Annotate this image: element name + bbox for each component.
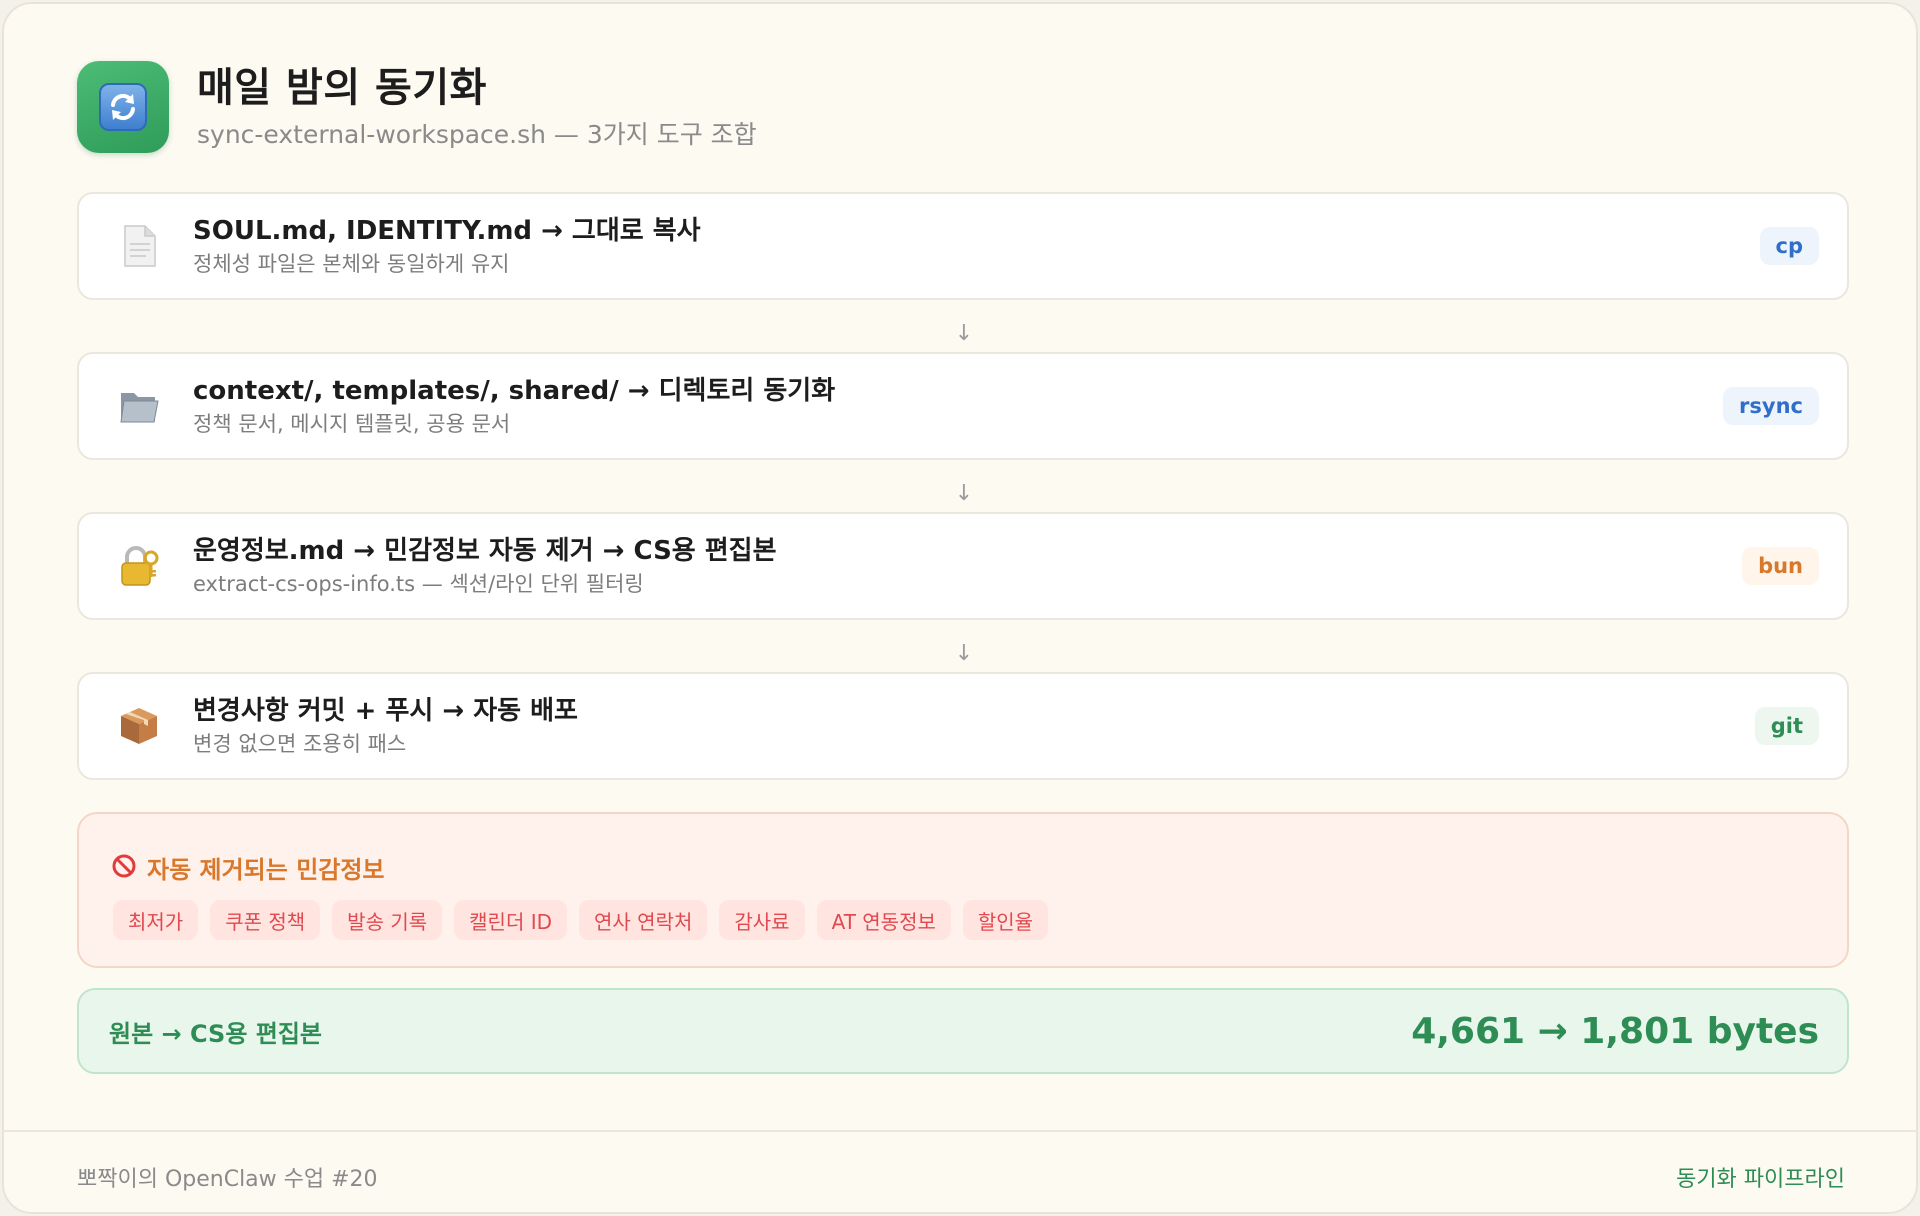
step-card-rsync: context/, templates/, shared/ → 디렉토리 동기화… — [77, 352, 1849, 460]
step-description: 변경 없으면 조용히 패스 — [193, 732, 407, 756]
sensitive-chip-list: 최저가 쿠폰 정책 발송 기록 캘린더 ID 연사 연락처 감사료 AT 연동정… — [113, 900, 1060, 940]
step-title: 변경사항 커밋 + 푸시 → 자동 배포 — [193, 696, 578, 726]
step-description: 정체성 파일은 본체와 동일하게 유지 — [193, 252, 510, 276]
flow-arrow-down: ↓ — [954, 321, 974, 346]
sensitive-chip: 발송 기록 — [332, 900, 443, 940]
lock-key-icon — [117, 544, 161, 588]
footer-course-label: 뽀짝이의 OpenClaw 수업 #20 — [77, 1167, 378, 1192]
sensitive-info-heading: 자동 제거되는 민감정보 — [147, 856, 385, 884]
page-title: 매일 밤의 동기화 — [197, 65, 487, 111]
footer-divider — [4, 1130, 1916, 1132]
sensitive-chip: 할인율 — [962, 900, 1049, 940]
step-description: extract-cs-ops-info.ts — 섹션/라인 단위 필터링 — [193, 572, 644, 596]
result-label: 원본 → CS용 편집본 — [109, 1019, 322, 1048]
tool-badge-cp: cp — [1759, 227, 1819, 265]
sensitive-chip: 캘린더 ID — [454, 900, 567, 940]
step-title: SOUL.md, IDENTITY.md → 그대로 복사 — [193, 216, 701, 246]
flow-arrow-down: ↓ — [954, 641, 974, 666]
tool-badge-bun: bun — [1742, 547, 1819, 585]
step-card-bun: 운영정보.md → 민감정보 자동 제거 → CS용 편집본 extract-c… — [77, 512, 1849, 620]
step-card-copy: SOUL.md, IDENTITY.md → 그대로 복사 정체성 파일은 본체… — [77, 192, 1849, 300]
sync-arrows-icon — [77, 61, 169, 153]
sensitive-chip: 감사료 — [719, 900, 805, 940]
sensitive-chip: 최저가 — [113, 900, 199, 940]
sensitive-chip: 쿠폰 정책 — [210, 900, 321, 940]
footer-section-label: 동기화 파이프라인 — [1676, 1167, 1845, 1192]
page-subtitle: sync-external-workspace.sh — 3가지 도구 조합 — [197, 120, 757, 149]
document-icon — [117, 224, 161, 268]
step-card-git: 변경사항 커밋 + 푸시 → 자동 배포 변경 없으면 조용히 패스 git — [77, 672, 1849, 780]
folder-icon — [117, 384, 161, 428]
sensitive-chip: AT 연동정보 — [816, 900, 951, 940]
step-title: context/, templates/, shared/ → 디렉토리 동기화 — [193, 376, 836, 406]
header: 매일 밤의 동기화 sync-external-workspace.sh — 3… — [77, 61, 757, 153]
result-bytes-value: 4,661 → 1,801 bytes — [1411, 1010, 1819, 1052]
sensitive-chip: 연사 연락처 — [579, 900, 708, 940]
slide-frame: 매일 밤의 동기화 sync-external-workspace.sh — 3… — [2, 2, 1918, 1214]
tool-badge-git: git — [1754, 707, 1819, 745]
package-icon — [117, 704, 161, 748]
tool-badge-rsync: rsync — [1723, 387, 1819, 425]
sensitive-info-panel: 자동 제거되는 민감정보 최저가 쿠폰 정책 발송 기록 캘린더 ID 연사 연… — [77, 812, 1849, 968]
flow-arrow-down: ↓ — [954, 481, 974, 506]
prohibited-icon — [111, 853, 137, 883]
size-result-panel: 원본 → CS용 편집본 4,661 → 1,801 bytes — [77, 988, 1849, 1074]
step-title: 운영정보.md → 민감정보 자동 제거 → CS용 편집본 — [193, 536, 777, 566]
step-description: 정책 문서, 메시지 템플릿, 공용 문서 — [193, 412, 511, 436]
